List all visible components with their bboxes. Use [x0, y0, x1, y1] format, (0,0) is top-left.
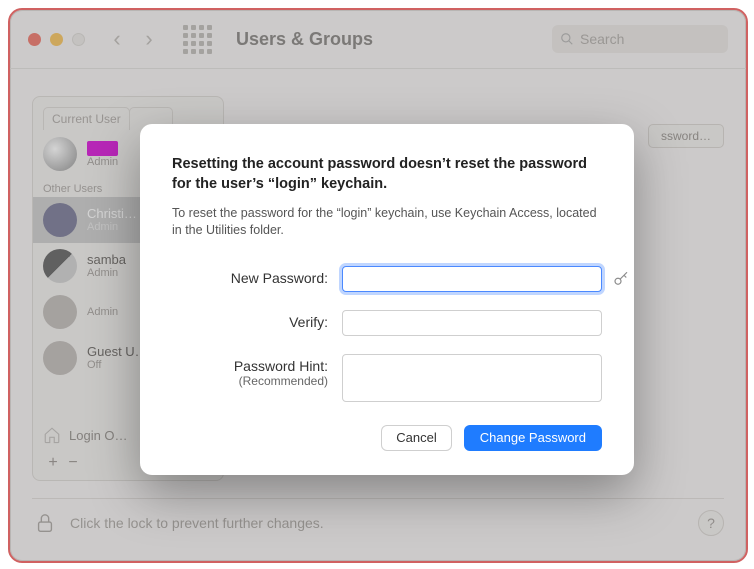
cancel-label: Cancel — [396, 430, 436, 445]
field-new-password — [342, 266, 602, 292]
verify-password-input[interactable] — [342, 310, 602, 336]
cancel-button[interactable]: Cancel — [381, 425, 451, 451]
password-hint-input[interactable] — [342, 354, 602, 402]
field-verify — [342, 310, 602, 336]
key-icon[interactable] — [612, 270, 630, 293]
label-verify: Verify: — [172, 310, 342, 331]
new-password-input[interactable] — [342, 266, 602, 292]
row-hint: Password Hint: (Recommended) — [172, 354, 602, 407]
label-hint: Password Hint: (Recommended) — [172, 354, 342, 389]
label-hint-sub: (Recommended) — [172, 374, 328, 388]
label-new-password: New Password: — [172, 266, 342, 287]
modal-subtitle: To reset the password for the “login” ke… — [172, 205, 602, 240]
reset-password-modal: Resetting the account password doesn’t r… — [140, 124, 634, 475]
row-new-password: New Password: — [172, 266, 602, 292]
modal-buttons: Cancel Change Password — [172, 425, 602, 451]
row-verify: Verify: — [172, 310, 602, 336]
field-hint — [342, 354, 602, 407]
change-password-label: Change Password — [480, 430, 586, 445]
change-password-button[interactable]: Change Password — [464, 425, 602, 451]
preferences-window: ‹ › Users & Groups Search Current User — [8, 8, 748, 563]
modal-title: Resetting the account password doesn’t r… — [172, 154, 602, 195]
